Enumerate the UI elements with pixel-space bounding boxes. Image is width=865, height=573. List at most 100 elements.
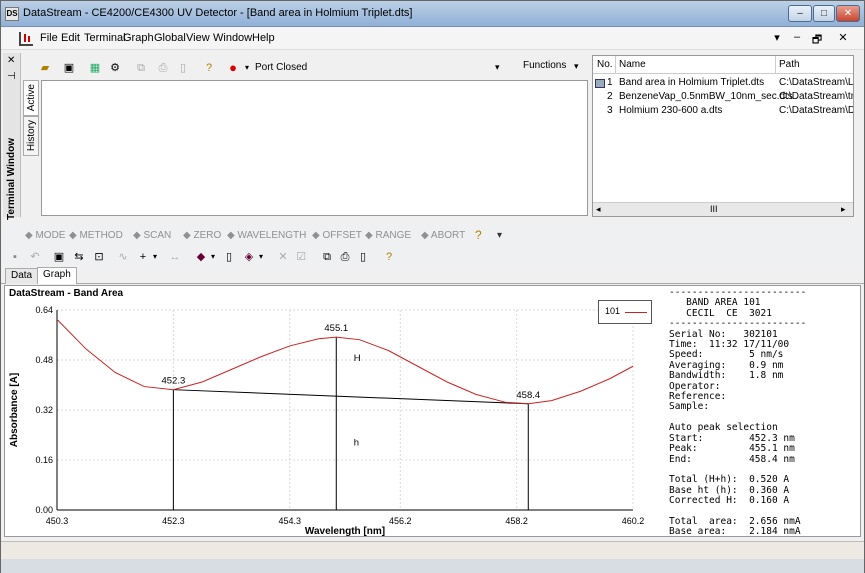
column-no[interactable]: No. bbox=[597, 59, 613, 70]
app-icon: DS bbox=[5, 7, 19, 21]
window-title: DataStream - CE4200/CE4300 UV Detector -… bbox=[23, 7, 413, 19]
zero-button: ◆ ZERO bbox=[183, 230, 222, 241]
connect-icon[interactable]: ⚙ bbox=[107, 60, 123, 76]
document-tabs: Data Graph bbox=[1, 267, 864, 284]
chart-legend: 101 bbox=[598, 300, 652, 324]
help-icon[interactable]: ? bbox=[201, 60, 217, 76]
terminal-dropdown-icon[interactable]: ▾ bbox=[495, 62, 500, 73]
save-as-icon[interactable]: ▣ bbox=[61, 60, 77, 76]
terminal-pane: ▰ ▣ ▦ ⚙ ⧉ ⎙ ▯ ? ● ▾ Port Closed ▾ Functi… bbox=[21, 53, 589, 217]
menu-view[interactable]: View bbox=[186, 32, 210, 44]
tab-history[interactable]: History bbox=[23, 116, 39, 156]
port-dropdown-icon[interactable]: ▾ bbox=[239, 60, 255, 76]
maximize-button[interactable]: □ bbox=[813, 5, 835, 22]
print-graph-icon[interactable]: ⎙ bbox=[337, 249, 353, 265]
scroll-thumb[interactable]: III bbox=[710, 204, 718, 214]
menu-global[interactable]: Global bbox=[154, 32, 186, 44]
x-axis-label: Wavelength [nm] bbox=[305, 526, 385, 536]
baseline-line bbox=[173, 389, 529, 405]
column-name[interactable]: Name bbox=[619, 59, 646, 70]
tab-data[interactable]: Data bbox=[5, 268, 39, 284]
file-list-scrollbar[interactable]: ◂ III ▸ bbox=[593, 202, 853, 216]
column-path[interactable]: Path bbox=[779, 59, 800, 70]
menu-terminal[interactable]: Terminal bbox=[84, 32, 126, 44]
mdi-close-button[interactable]: ✕ bbox=[835, 31, 851, 44]
print-icon: ⎙ bbox=[158, 62, 168, 74]
terminal-close-icon[interactable]: ✕ bbox=[7, 55, 15, 66]
menu-help[interactable]: Help bbox=[252, 32, 275, 44]
file-row-1[interactable]: 1 Band area in Holmium Triplet.dts C:\Da… bbox=[593, 76, 853, 91]
scan-button: ◆ SCAN bbox=[133, 230, 172, 241]
minimize-button[interactable]: – bbox=[788, 5, 812, 22]
terminal-side-tabs: Active History bbox=[23, 80, 40, 216]
overlay-dropdown-icon[interactable]: ▾ bbox=[205, 249, 221, 265]
legend-label: 101 bbox=[605, 306, 621, 316]
report-line: Base area: 2.184 nmA bbox=[669, 526, 801, 537]
chart-annotation: H bbox=[354, 353, 361, 364]
report-line: Peak: 455.1 nm bbox=[669, 443, 795, 455]
tab-active[interactable]: Active bbox=[23, 80, 39, 116]
file-list-header: No. Name Path bbox=[593, 56, 853, 74]
method-button: ◆ METHOD bbox=[69, 230, 123, 241]
x-tick-label: 454.3 bbox=[278, 516, 301, 526]
book-icon[interactable]: ▯ bbox=[221, 249, 237, 265]
mdi-restore-button[interactable]: 🗗 bbox=[809, 31, 825, 50]
chart-annotation: 452.3 bbox=[161, 376, 185, 387]
document-icon bbox=[19, 32, 33, 46]
x-tick-label: 452.3 bbox=[162, 516, 185, 526]
x-tick-label: 460.2 bbox=[622, 516, 645, 526]
scroll-left-icon[interactable]: ◂ bbox=[596, 204, 601, 215]
y-tick-label: 0.16 bbox=[35, 455, 53, 465]
scroll-right-icon[interactable]: ▸ bbox=[841, 204, 846, 215]
print-preview-icon[interactable]: ▯ bbox=[355, 249, 371, 265]
zoom-data-icon[interactable]: ⇆ bbox=[71, 249, 87, 265]
menu-file[interactable]: File bbox=[40, 32, 58, 44]
menu-graph[interactable]: Graph bbox=[123, 32, 154, 44]
delete-icon: ✕ bbox=[278, 251, 288, 263]
chart-annotation: h bbox=[354, 437, 359, 448]
layers-dropdown-icon[interactable]: ▾ bbox=[253, 249, 269, 265]
mdi-dropdown-icon[interactable]: ▾ bbox=[769, 31, 785, 44]
y-tick-label: 0.48 bbox=[35, 355, 53, 365]
link-icon: ↔ bbox=[169, 251, 181, 263]
file-row-2[interactable]: 2 BenzeneVap_0.5nmBW_10nm_sec.dts C:\Dat… bbox=[593, 90, 853, 105]
chart-annotation: 455.1 bbox=[324, 323, 348, 334]
open-folder-icon[interactable]: ▰ bbox=[37, 60, 53, 76]
report-line: Sample: bbox=[669, 401, 710, 413]
graph-toolbar: ▪ ↶ ▣ ⇆ ⊡ ∿ + ▾ ↔ ◆ ▾ ▯ ◈ ▾ ✕ ☑ ⧉ ⎙ ▯ ? bbox=[1, 247, 864, 267]
port-status-label: Port Closed bbox=[255, 62, 308, 73]
close-button[interactable]: ✕ bbox=[836, 5, 860, 22]
mdi-minimize-button[interactable]: – bbox=[789, 31, 805, 43]
functions-menu[interactable]: Functions bbox=[523, 60, 566, 71]
properties-icon[interactable]: ▣ bbox=[51, 249, 67, 265]
file-active-icon bbox=[595, 79, 605, 88]
cursor-dropdown-icon[interactable]: ▾ bbox=[147, 249, 163, 265]
band-area-chart[interactable]: 0.00 0.16 0.32 0.48 0.64 450.3 452.3 454.3 456.2… bbox=[5, 286, 645, 536]
zoom-box-icon[interactable]: ⊡ bbox=[91, 249, 107, 265]
y-tick-label: 0.00 bbox=[35, 505, 53, 515]
copy-icon: ⧉ bbox=[137, 62, 145, 74]
wavelength-button: ◆ WAVELENGTH bbox=[227, 230, 307, 241]
command-dropdown-icon[interactable]: ▾ bbox=[497, 230, 502, 241]
status-bar bbox=[1, 541, 864, 559]
functions-dropdown-icon[interactable]: ▾ bbox=[574, 61, 579, 72]
band-area-report: ------------------------ BAND AREA 101 C… bbox=[669, 287, 806, 537]
undo-icon: ↶ bbox=[30, 251, 40, 263]
copy-graph-icon[interactable]: ⧉ bbox=[319, 249, 335, 265]
application-window: DS DataStream - CE4200/CE4300 UV Detecto… bbox=[0, 0, 865, 573]
command-help-icon[interactable]: ? bbox=[475, 228, 482, 242]
terminal-pin-icon[interactable]: ⊣ bbox=[7, 71, 16, 82]
range-button: ◆ RANGE bbox=[365, 230, 412, 241]
graph-help-icon[interactable]: ? bbox=[381, 249, 397, 265]
terminal-settings-icon[interactable]: ▦ bbox=[87, 60, 103, 76]
terminal-text-area[interactable] bbox=[41, 80, 588, 216]
legend-swatch bbox=[625, 312, 647, 313]
menu-window[interactable]: Window bbox=[213, 32, 252, 44]
menu-edit[interactable]: Edit bbox=[61, 32, 80, 44]
x-tick-label: 456.2 bbox=[389, 516, 412, 526]
mode-button: ◆ MODE bbox=[25, 230, 66, 241]
tab-graph[interactable]: Graph bbox=[37, 267, 77, 284]
file-row-3[interactable]: 3 Holmium 230-600 a.dts C:\DataStream\Da… bbox=[593, 104, 853, 119]
file-list: No. Name Path 1 Band area in Holmium Tri… bbox=[592, 55, 854, 217]
abort-button: ◆ ABORT bbox=[421, 230, 466, 241]
